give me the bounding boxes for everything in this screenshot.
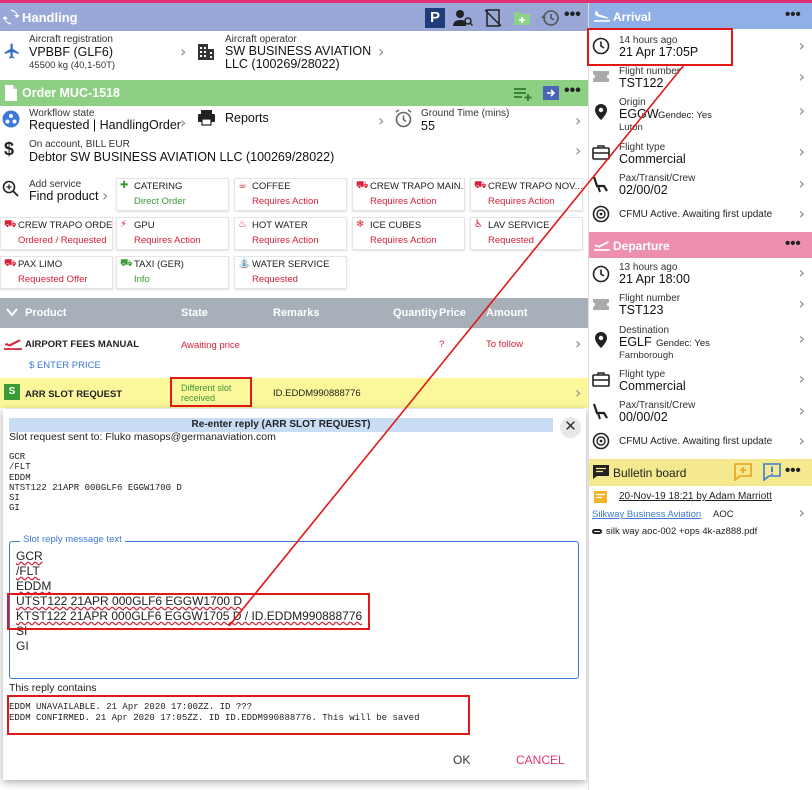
annotation-connector-line (228, 64, 685, 627)
